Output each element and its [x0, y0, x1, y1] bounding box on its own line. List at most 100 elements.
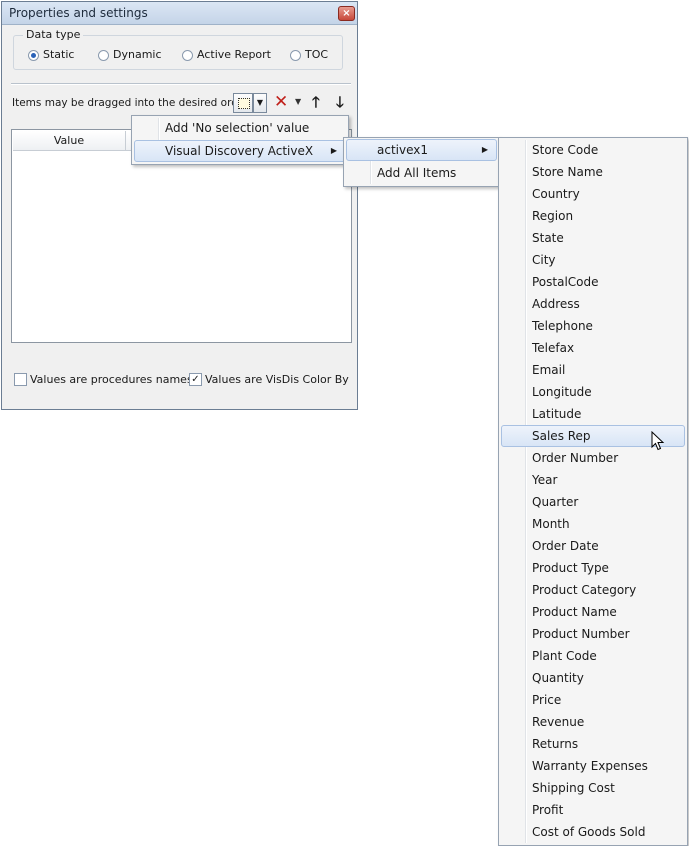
- menu-item-field[interactable]: Price: [501, 689, 685, 711]
- menu-item-field[interactable]: Month: [501, 513, 685, 535]
- procedures-checkbox[interactable]: [14, 373, 27, 386]
- menu-item-field[interactable]: Latitude: [501, 403, 685, 425]
- menu-item-field[interactable]: Address: [501, 293, 685, 315]
- menu-item-label: Profit: [532, 803, 564, 817]
- data-type-label: Data type: [23, 28, 84, 41]
- menu-item-field[interactable]: Store Name: [501, 161, 685, 183]
- menu-item-field[interactable]: Email: [501, 359, 685, 381]
- column-header-value[interactable]: Value: [13, 131, 126, 151]
- menu-item-label: Revenue: [532, 715, 585, 729]
- menu-item-label: Cost of Goods Sold: [532, 825, 646, 839]
- menu-item-field[interactable]: Telephone: [501, 315, 685, 337]
- menu-item-label: Country: [532, 187, 580, 201]
- menu-item-label: activex1: [377, 143, 428, 157]
- menu-item-label: Returns: [532, 737, 579, 751]
- radio-static-label[interactable]: Static: [43, 48, 74, 61]
- menu-item-field[interactable]: Store Code: [501, 139, 685, 161]
- delete-dropdown-arrow-icon[interactable]: ▼: [295, 97, 301, 106]
- menu-item-field[interactable]: Product Name: [501, 601, 685, 623]
- menu-item-label: Telefax: [532, 341, 575, 355]
- menu-item-field[interactable]: Region: [501, 205, 685, 227]
- menu-item-field[interactable]: Shipping Cost: [501, 777, 685, 799]
- menu-item-label: Store Name: [532, 165, 603, 179]
- menu-item-field[interactable]: Country: [501, 183, 685, 205]
- menu-item-label: Sales Rep: [532, 429, 591, 443]
- radio-dynamic-label[interactable]: Dynamic: [113, 48, 162, 61]
- menu-item-visual-discovery-activex[interactable]: Visual Discovery ActiveX ▶: [134, 140, 346, 162]
- menu-item-field[interactable]: PostalCode: [501, 271, 685, 293]
- visdis-checkbox-label[interactable]: Values are VisDis Color By: [205, 373, 349, 386]
- menu-item-label: Add All Items: [377, 166, 457, 180]
- procedures-checkbox-label[interactable]: Values are procedures names: [30, 373, 193, 386]
- menu-item-add-no-selection[interactable]: Add 'No selection' value: [134, 117, 346, 139]
- menu-item-label: Address: [532, 297, 580, 311]
- menu-item-activex1[interactable]: activex1 ▶: [346, 139, 497, 161]
- menu-item-label: Order Date: [532, 539, 599, 553]
- menu-item-label: Product Category: [532, 583, 637, 597]
- move-up-icon[interactable]: 🡑: [312, 93, 320, 111]
- submenu-arrow-icon: ▶: [330, 146, 337, 155]
- menu-item-label: Shipping Cost: [532, 781, 615, 795]
- move-down-icon[interactable]: 🡓: [336, 93, 344, 111]
- menu-item-field[interactable]: Year: [501, 469, 685, 491]
- menu-item-label: Latitude: [532, 407, 582, 421]
- dialog-title: Properties and settings: [9, 6, 148, 20]
- add-dropdown-button[interactable]: ▼: [253, 93, 267, 113]
- menu-item-field[interactable]: Returns: [501, 733, 685, 755]
- menu-item-label: Year: [532, 473, 558, 487]
- visdis-checkbox[interactable]: ✓: [189, 373, 202, 386]
- menu-item-field[interactable]: Longitude: [501, 381, 685, 403]
- add-item-button[interactable]: [233, 93, 253, 113]
- add-item-icon: [238, 98, 250, 109]
- menu-item-field[interactable]: Warranty Expenses: [501, 755, 685, 777]
- submenu-arrow-icon: ▶: [481, 145, 488, 154]
- menu-item-label: Plant Code: [532, 649, 597, 663]
- delete-icon[interactable]: ✕: [274, 93, 288, 111]
- menu-item-label: Store Code: [532, 143, 599, 157]
- mouse-pointer-icon: [651, 431, 665, 451]
- drag-hint: Items may be dragged into the desired or…: [12, 97, 249, 109]
- menu-item-label: State: [532, 231, 564, 245]
- menu-item-label: Region: [532, 209, 574, 223]
- properties-dialog: Properties and settings × Data type Stat…: [1, 1, 358, 410]
- radio-dynamic[interactable]: [98, 50, 109, 61]
- menu-item-label: Price: [532, 693, 562, 707]
- menu-item-label: City: [532, 253, 556, 267]
- menu-item-label: Quantity: [532, 671, 584, 685]
- menu-item-label: Add 'No selection' value: [165, 121, 310, 135]
- separator: [11, 83, 351, 85]
- fields-submenu: Store Code Store Name Country Region State Ci…: [498, 137, 688, 846]
- menu-item-field[interactable]: City: [501, 249, 685, 271]
- menu-item-label: Longitude: [532, 385, 592, 399]
- menu-item-label: Email: [532, 363, 566, 377]
- menu-item-field[interactable]: Profit: [501, 799, 685, 821]
- menu-item-field[interactable]: Revenue: [501, 711, 685, 733]
- menu-item-add-all-items[interactable]: Add All Items: [346, 162, 497, 184]
- close-button[interactable]: ×: [338, 6, 355, 21]
- menu-item-label: Month: [532, 517, 570, 531]
- menu-item-field[interactable]: State: [501, 227, 685, 249]
- menu-item-field[interactable]: Quantity: [501, 667, 685, 689]
- radio-active-report-label[interactable]: Active Report: [197, 48, 271, 61]
- menu-item-field[interactable]: Telefax: [501, 337, 685, 359]
- menu-item-field[interactable]: Order Date: [501, 535, 685, 557]
- menu-item-label: Product Type: [532, 561, 609, 575]
- menu-item-field[interactable]: Product Number: [501, 623, 685, 645]
- menu-item-label: Product Name: [532, 605, 617, 619]
- menu-item-label: Order Number: [532, 451, 619, 465]
- menu-item-field[interactable]: Product Type: [501, 557, 685, 579]
- menu-item-field[interactable]: Product Category: [501, 579, 685, 601]
- radio-toc-label[interactable]: TOC: [305, 48, 328, 61]
- menu-item-field[interactable]: Cost of Goods Sold: [501, 821, 685, 843]
- menu-item-label: Telephone: [532, 319, 593, 333]
- activex-submenu: activex1 ▶ Add All Items: [343, 137, 500, 187]
- menu-item-field[interactable]: Plant Code: [501, 645, 685, 667]
- title-bar[interactable]: Properties and settings ×: [2, 2, 357, 25]
- radio-static[interactable]: [28, 50, 39, 61]
- radio-active-report[interactable]: [182, 50, 193, 61]
- menu-item-label: Product Number: [532, 627, 630, 641]
- menu-item-label: Quarter: [532, 495, 579, 509]
- menu-item-label: Visual Discovery ActiveX: [165, 144, 314, 158]
- radio-toc[interactable]: [290, 50, 301, 61]
- menu-item-field[interactable]: Quarter: [501, 491, 685, 513]
